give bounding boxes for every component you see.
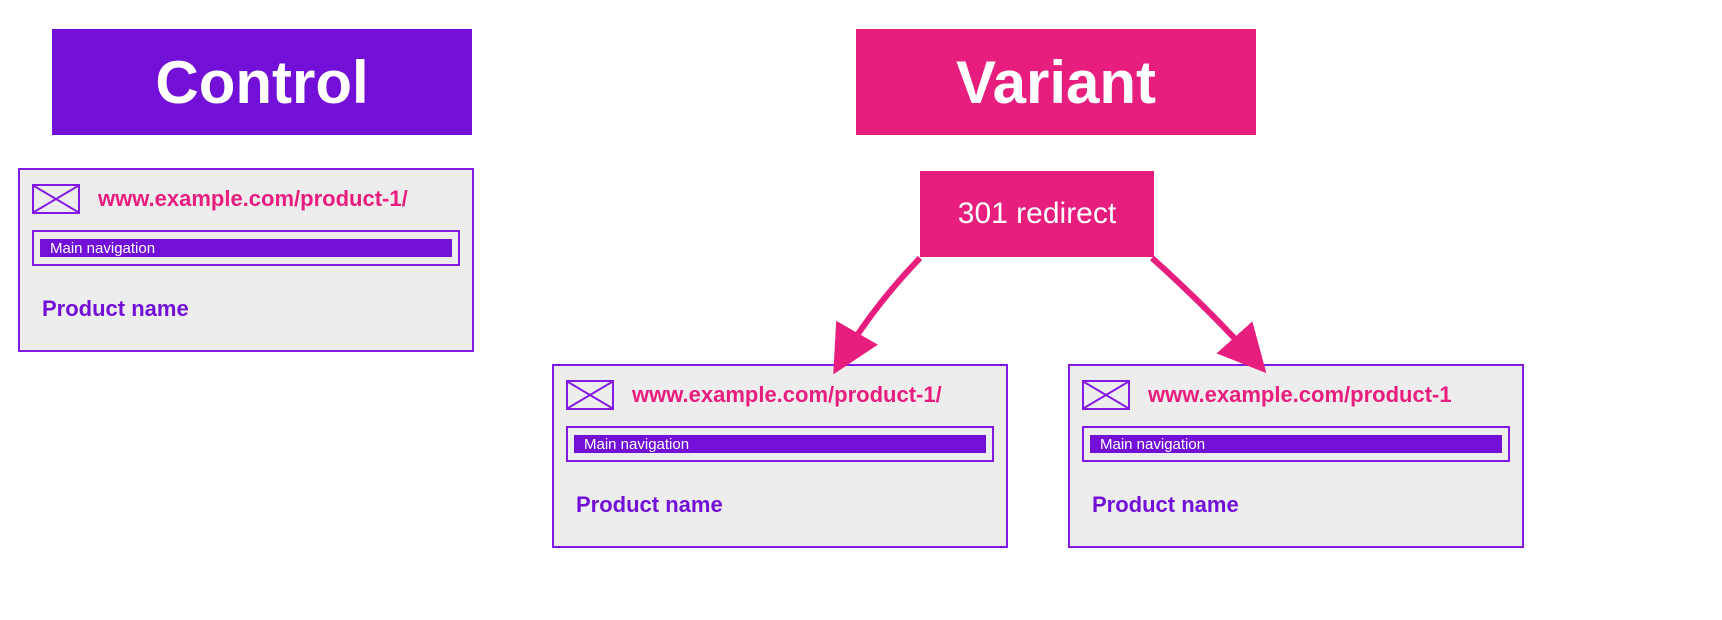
- variant-left-page-card: www.example.com/product-1/ Main navigati…: [552, 364, 1008, 548]
- logo-placeholder-icon: [32, 184, 80, 214]
- nav-label: Main navigation: [574, 436, 689, 453]
- page-url: www.example.com/product-1/: [632, 382, 942, 408]
- control-title-banner: Control: [52, 29, 472, 135]
- control-page-card: www.example.com/product-1/ Main navigati…: [18, 168, 474, 352]
- main-nav-bar: Main navigation: [40, 239, 452, 257]
- variant-title-banner: Variant: [856, 29, 1256, 135]
- product-name-heading: Product name: [42, 296, 189, 322]
- redirect-label: 301 redirect: [958, 197, 1116, 231]
- redirect-box: 301 redirect: [920, 171, 1154, 257]
- main-nav-bar: Main navigation: [574, 435, 986, 453]
- product-name-heading: Product name: [1092, 492, 1239, 518]
- control-title-text: Control: [155, 48, 368, 117]
- diagram-stage: Control Variant 301 redirect www.example…: [0, 0, 1722, 620]
- nav-label: Main navigation: [1090, 436, 1205, 453]
- logo-placeholder-icon: [566, 380, 614, 410]
- nav-container: Main navigation: [566, 426, 994, 462]
- product-name-heading: Product name: [576, 492, 723, 518]
- nav-container: Main navigation: [32, 230, 460, 266]
- variant-title-text: Variant: [956, 48, 1156, 117]
- variant-right-page-card: www.example.com/product-1 Main navigatio…: [1068, 364, 1524, 548]
- page-url: www.example.com/product-1: [1148, 382, 1452, 408]
- nav-label: Main navigation: [40, 240, 155, 257]
- logo-placeholder-icon: [1082, 380, 1130, 410]
- page-url: www.example.com/product-1/: [98, 186, 408, 212]
- nav-container: Main navigation: [1082, 426, 1510, 462]
- main-nav-bar: Main navigation: [1090, 435, 1502, 453]
